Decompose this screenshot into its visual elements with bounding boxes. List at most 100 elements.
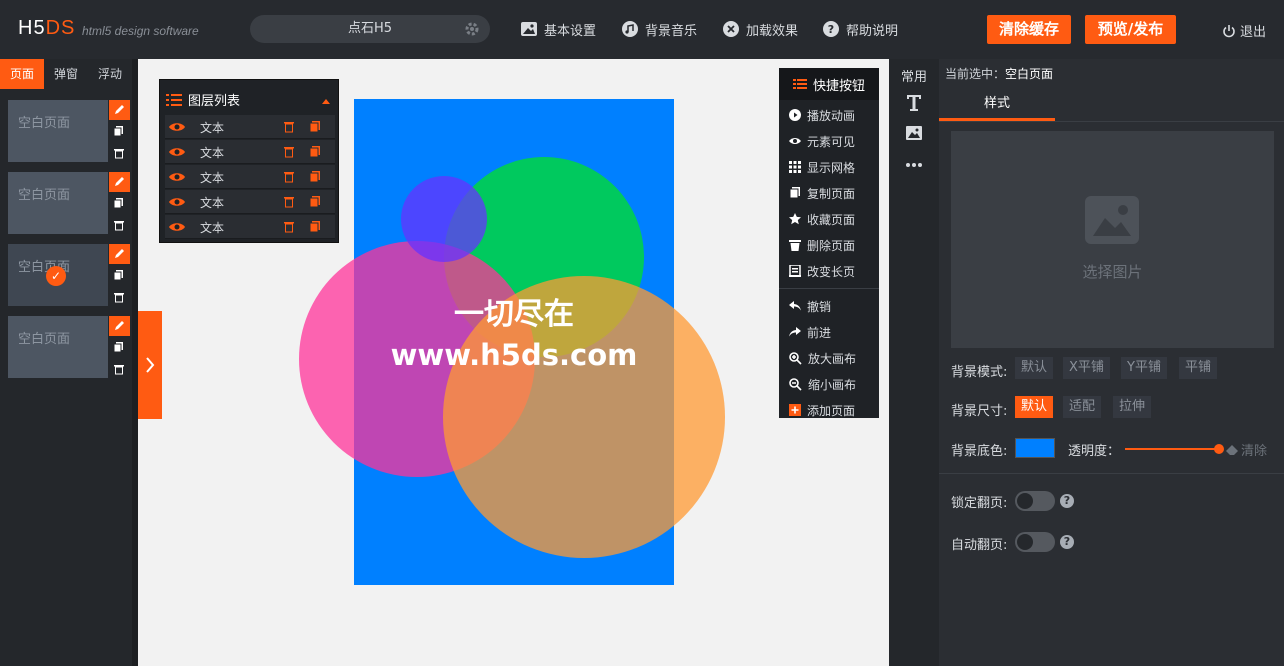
layer-row[interactable]: 文本: [165, 165, 335, 189]
layer-name: 文本: [200, 196, 225, 210]
eye-icon[interactable]: [168, 196, 186, 208]
text-tool-icon[interactable]: [906, 94, 922, 112]
bg-size-default[interactable]: 默认: [1015, 396, 1054, 418]
layer-row[interactable]: 文本: [165, 140, 335, 164]
edit-page-button[interactable]: [109, 172, 130, 192]
page-thumbnail[interactable]: 空白页面: [8, 172, 108, 234]
layer-name: 文本: [200, 146, 225, 160]
eye-icon[interactable]: [168, 221, 186, 233]
tab-style[interactable]: 样式: [939, 89, 1055, 121]
page-canvas[interactable]: 一切尽在 www.h5ds.com: [299, 99, 725, 585]
zoom-out-button[interactable]: 缩小画布: [779, 371, 879, 397]
lock-page-toggle[interactable]: [1015, 491, 1055, 511]
long-page-button[interactable]: 改变长页: [779, 258, 879, 284]
play-animation-button[interactable]: 播放动画: [779, 102, 879, 128]
quick-label: 元素可见: [807, 134, 856, 149]
edit-page-button[interactable]: [109, 100, 130, 120]
page-thumbnail[interactable]: 空白页面: [8, 100, 108, 162]
copy-icon[interactable]: [309, 196, 321, 208]
canvas-headline[interactable]: 一切尽在: [334, 295, 694, 335]
eye-icon[interactable]: [168, 146, 186, 158]
pencil-icon: [115, 249, 124, 258]
menu-help[interactable]: ? 帮助说明: [822, 19, 898, 39]
bg-mode-y-repeat[interactable]: Y平铺: [1121, 357, 1167, 379]
properties-panel: 当前选中：空白页面 样式 选择图片 背景模式: 默认 X平铺 Y平铺 平铺 背景…: [939, 59, 1284, 666]
eye-icon[interactable]: [168, 171, 186, 183]
expand-panel-button[interactable]: [138, 311, 162, 419]
bg-mode-tile[interactable]: 平铺: [1179, 357, 1218, 379]
copy-icon[interactable]: [113, 269, 125, 281]
bg-mode-x-repeat[interactable]: X平铺: [1063, 357, 1110, 379]
page-thumbnail-selected[interactable]: 空白页面 ✓: [8, 244, 108, 306]
trash-icon[interactable]: [113, 147, 125, 159]
caret-up-icon[interactable]: [321, 97, 331, 105]
clear-button[interactable]: 清除: [1225, 440, 1267, 459]
copy-icon[interactable]: [113, 197, 125, 209]
menu-basic-settings[interactable]: 基本设置: [520, 19, 596, 39]
page-label: 空白页面: [18, 332, 71, 347]
image-tool-icon[interactable]: [906, 126, 922, 140]
trash-icon[interactable]: [283, 170, 295, 183]
menu-background-music[interactable]: 背景音乐: [621, 19, 697, 39]
logout-button[interactable]: 退出: [1222, 21, 1266, 40]
bg-mode-default[interactable]: 默认: [1015, 357, 1054, 379]
show-grid-button[interactable]: 显示网格: [779, 154, 879, 180]
delete-page-button[interactable]: 删除页面: [779, 232, 879, 258]
help-icon[interactable]: ?: [1060, 494, 1074, 508]
undo-button[interactable]: 撤销: [779, 293, 879, 319]
project-title-field[interactable]: 点石H5: [250, 15, 490, 43]
power-icon: [1223, 24, 1235, 37]
copy-icon[interactable]: [309, 171, 321, 183]
logout-label: 退出: [1240, 25, 1267, 40]
tab-pages[interactable]: 页面: [0, 59, 44, 89]
more-icon[interactable]: [905, 162, 923, 168]
trash-icon[interactable]: [283, 195, 295, 208]
page-label: 空白页面: [18, 188, 71, 203]
current-selection: 当前选中：空白页面: [945, 65, 1053, 82]
preview-publish-button[interactable]: 预览/发布: [1085, 15, 1176, 44]
copy-icon[interactable]: [113, 125, 125, 137]
canvas-url-text[interactable]: www.h5ds.com: [334, 335, 694, 375]
opacity-slider-handle[interactable]: [1214, 444, 1224, 454]
zoom-in-button[interactable]: 放大画布: [779, 345, 879, 371]
opacity-slider[interactable]: [1125, 448, 1219, 450]
layer-list-panel: 图层列表 文本 文本 文本 文本 文本: [159, 79, 339, 243]
add-page-button[interactable]: 添加页面: [779, 397, 879, 423]
trash-icon[interactable]: [113, 363, 125, 375]
trash-icon[interactable]: [113, 219, 125, 231]
canvas-area: 一切尽在 www.h5ds.com 图层列表 文本 文本 文本 文本 文本 快捷…: [138, 59, 889, 666]
copy-icon[interactable]: [309, 146, 321, 158]
choose-image-area[interactable]: 选择图片: [951, 131, 1274, 348]
trash-icon[interactable]: [283, 145, 295, 158]
trash-icon[interactable]: [113, 291, 125, 303]
edit-page-button[interactable]: [109, 316, 130, 336]
bg-color-swatch[interactable]: [1015, 438, 1055, 458]
bg-size-fit[interactable]: 适配: [1063, 396, 1102, 418]
layer-row[interactable]: 文本: [165, 190, 335, 214]
copy-page-button[interactable]: 复制页面: [779, 180, 879, 206]
favorite-page-button[interactable]: 收藏页面: [779, 206, 879, 232]
purple-circle[interactable]: [401, 176, 487, 262]
copy-icon[interactable]: [113, 341, 125, 353]
gear-icon[interactable]: [464, 21, 480, 37]
trash-icon[interactable]: [283, 120, 295, 133]
eye-icon[interactable]: [168, 121, 186, 133]
bg-size-stretch[interactable]: 拉伸: [1113, 396, 1152, 418]
menu-loading-effect[interactable]: 加载效果: [722, 19, 798, 39]
help-icon[interactable]: ?: [1060, 535, 1074, 549]
trash-icon[interactable]: [283, 220, 295, 233]
copy-icon[interactable]: [309, 121, 321, 133]
element-visible-button[interactable]: 元素可见: [779, 128, 879, 154]
tab-popups[interactable]: 弹窗: [44, 59, 88, 89]
copy-icon[interactable]: [309, 221, 321, 233]
auto-page-toggle[interactable]: [1015, 532, 1055, 552]
layer-row[interactable]: 文本: [165, 115, 335, 139]
redo-button[interactable]: 前进: [779, 319, 879, 345]
layer-list-header[interactable]: 图层列表: [166, 90, 240, 109]
layer-row[interactable]: 文本: [165, 215, 335, 239]
eye-icon: [789, 138, 801, 144]
edit-page-button[interactable]: [109, 244, 130, 264]
tab-floating[interactable]: 浮动: [88, 59, 132, 89]
page-thumbnail[interactable]: 空白页面: [8, 316, 108, 378]
clear-cache-button[interactable]: 清除缓存: [987, 15, 1071, 44]
